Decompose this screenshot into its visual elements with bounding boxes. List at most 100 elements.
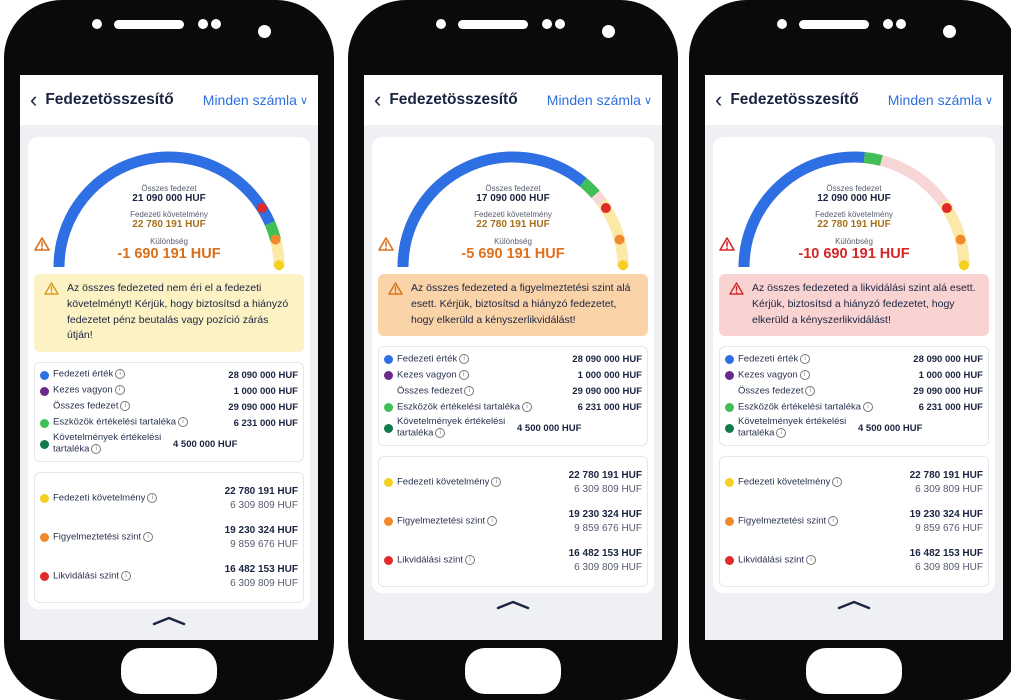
- account-select[interactable]: Minden számla ∨: [547, 92, 652, 108]
- level-gap: 6 309 809 HUF: [915, 561, 983, 573]
- blue-dot-icon: [384, 354, 393, 364]
- requirement-block: Fedezeti követelmény 22 780 191 HUF: [719, 210, 989, 230]
- warning-triangle-icon: [719, 237, 735, 251]
- info-icon[interactable]: i: [776, 427, 787, 438]
- row-label-text: Likvidálási szint: [397, 554, 463, 566]
- row-value: 6 231 000 HUF: [918, 401, 983, 413]
- info-icon[interactable]: i: [120, 401, 131, 412]
- row-likvidalasi-szint: Likvidálási szint i 16 482 153 HUF 6 309 …: [384, 541, 642, 580]
- info-icon[interactable]: i: [459, 353, 470, 364]
- camera-dot: [258, 25, 271, 38]
- collateral-gauge: Összes fedezet 17 090 000 HUF Fedezeti k…: [378, 137, 648, 272]
- info-icon[interactable]: i: [522, 401, 533, 412]
- phone-mockup-2: ‹ Fedezetösszesítő Minden számla ∨ Össze…: [348, 0, 678, 700]
- orange-dot-icon: [384, 517, 393, 527]
- info-icon[interactable]: i: [115, 369, 126, 380]
- row-value: 29 090 000 HUF: [913, 385, 983, 397]
- info-icon[interactable]: i: [114, 385, 125, 396]
- phone-screen: ‹ Fedezetösszesítő Minden számla ∨ Össze…: [364, 75, 662, 640]
- phone-screen: ‹ Fedezetösszesítő Minden számla ∨ Össze…: [20, 75, 318, 640]
- info-icon[interactable]: i: [465, 555, 475, 566]
- red-dot-icon: [384, 556, 393, 566]
- home-button[interactable]: [806, 648, 902, 694]
- row-kezes-vagyon: Kezes vagyon i 1 000 000 HUF: [384, 367, 642, 383]
- collateral-breakdown: Fedezeti érték i 28 090 000 HUF Kezes vag…: [34, 362, 304, 462]
- info-icon[interactable]: i: [832, 477, 843, 488]
- expand-handle[interactable]: [364, 597, 662, 615]
- row-label: Figyelmeztetési szint i: [53, 531, 225, 543]
- purple-dot-icon: [725, 370, 734, 380]
- info-icon[interactable]: i: [178, 417, 189, 428]
- row-value: 29 090 000 HUF: [572, 385, 642, 397]
- info-icon[interactable]: i: [121, 570, 131, 581]
- speaker-grille: [114, 20, 184, 29]
- warning-triangle-icon: [378, 237, 394, 251]
- info-icon[interactable]: i: [799, 369, 810, 380]
- row-kovetelmenyek: Követelmények értékelési tartaléka i 4 50…: [384, 415, 642, 441]
- info-icon[interactable]: i: [863, 401, 874, 412]
- level-gap: 6 309 809 HUF: [230, 577, 298, 589]
- total-collateral-label: Összes fedezet: [485, 184, 541, 193]
- requirement-block: Fedezeti követelmény 22 780 191 HUF: [34, 210, 304, 230]
- info-icon[interactable]: i: [435, 427, 446, 438]
- purple-dot-icon: [40, 386, 49, 396]
- row-value: 4 500 000 HUF: [858, 422, 923, 434]
- expand-handle[interactable]: [705, 597, 1003, 615]
- row-label: Fedezeti érték i: [53, 369, 228, 380]
- phone-mockup-3: ‹ Fedezetösszesítő Minden számla ∨ Össze…: [689, 0, 1011, 700]
- difference-block: Különbség -5 690 191 HUF: [378, 237, 648, 262]
- info-icon[interactable]: i: [487, 516, 498, 527]
- total-collateral-value: 12 090 000 HUF: [817, 193, 891, 204]
- collateral-breakdown: Fedezeti érték i 28 090 000 HUF Kezes vag…: [719, 346, 989, 447]
- info-icon[interactable]: i: [491, 477, 502, 488]
- alert-warning-icon: [729, 282, 744, 295]
- collateral-gauge: Összes fedezet 12 090 000 HUF Fedezeti k…: [719, 137, 989, 272]
- back-icon[interactable]: ‹: [30, 89, 37, 111]
- back-icon[interactable]: ‹: [715, 89, 722, 111]
- row-label-text: Eszközök értékelési tartaléka: [53, 416, 177, 428]
- row-label: Figyelmeztetési szint i: [738, 516, 910, 527]
- total-collateral-label: Összes fedezet: [141, 184, 197, 193]
- row-label: Követelmények értékelési tartaléka i: [53, 432, 173, 455]
- info-icon[interactable]: i: [806, 555, 816, 566]
- level-value: 19 230 324 HUF: [224, 525, 298, 536]
- row-values: 22 780 191 HUF 6 309 809 HUF: [569, 469, 642, 496]
- row-label: Fedezeti követelmény i: [397, 477, 569, 488]
- info-icon[interactable]: i: [143, 531, 154, 542]
- home-button[interactable]: [121, 648, 217, 694]
- total-collateral-value: 17 090 000 HUF: [476, 193, 550, 204]
- info-icon[interactable]: i: [828, 516, 839, 527]
- row-values: 19 230 324 HUF 9 859 676 HUF: [225, 524, 298, 551]
- row-label-text: Likvidálási szint: [738, 554, 804, 566]
- row-label-text: Figyelmeztetési szint: [397, 515, 486, 527]
- row-kovetelmenyek: Követelmények értékelési tartaléka i 4 50…: [40, 431, 298, 457]
- account-select[interactable]: Minden számla ∨: [888, 92, 993, 108]
- info-icon[interactable]: i: [464, 385, 475, 396]
- row-likvidalasi-szint: Likvidálási szint i 16 482 153 HUF 6 309 …: [725, 541, 983, 580]
- row-label-text: Összes fedezet: [397, 385, 463, 397]
- row-value: 1 000 000 HUF: [233, 385, 298, 397]
- alert-warning-icon: [388, 282, 403, 295]
- chevron-down-icon: ∨: [299, 94, 308, 107]
- home-button[interactable]: [465, 648, 561, 694]
- page-title: Fedezetösszesítő: [730, 91, 859, 108]
- dark-green-dot-icon: [384, 423, 393, 433]
- back-icon[interactable]: ‹: [374, 89, 381, 111]
- info-icon[interactable]: i: [805, 385, 816, 396]
- level-gap: 6 309 809 HUF: [230, 499, 298, 511]
- account-select[interactable]: Minden számla ∨: [203, 92, 308, 108]
- info-icon[interactable]: i: [147, 492, 158, 503]
- requirement-label: Fedezeti követelmény: [474, 210, 552, 219]
- yellow-dot-icon: [40, 494, 49, 503]
- orange-dot-icon: [725, 517, 734, 527]
- info-icon[interactable]: i: [458, 369, 469, 380]
- status-alert: Az összes fedezeted a likvidálási szint …: [719, 274, 989, 337]
- row-label: Fedezeti követelmény i: [738, 477, 910, 488]
- row-label-text: Fedezeti követelmény: [738, 476, 831, 488]
- warning-triangle-icon: [34, 237, 50, 251]
- info-icon[interactable]: i: [800, 353, 811, 364]
- level-value: 22 780 191 HUF: [568, 470, 642, 482]
- info-icon[interactable]: i: [91, 443, 102, 454]
- expand-handle[interactable]: [20, 613, 318, 631]
- yellow-dot-icon: [725, 478, 734, 488]
